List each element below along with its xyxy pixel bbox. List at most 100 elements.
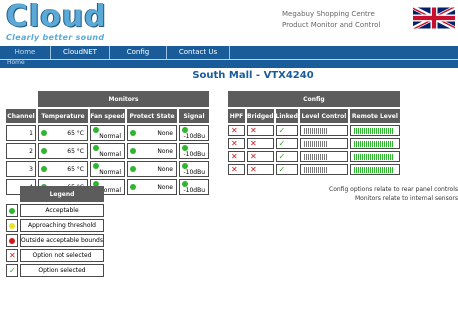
meter-segment: [303, 153, 305, 160]
meter-segment: [359, 153, 361, 160]
meter-segment: [373, 153, 375, 160]
meter-segment: [315, 166, 317, 173]
meter-segment: [355, 127, 357, 134]
site-subtitle: Product Monitor and Control: [282, 21, 381, 29]
breadcrumb-home[interactable]: Home: [7, 59, 25, 66]
meter-segment: [365, 153, 367, 160]
meter-segment: [391, 127, 393, 134]
hpf-cell[interactable]: ✕: [228, 151, 245, 162]
meter-segment: [387, 140, 389, 147]
remote-level-meter: [353, 153, 394, 160]
uk-flag-icon[interactable]: [413, 3, 455, 33]
legend-label: Option not selected: [20, 249, 104, 262]
tab-cloudnet[interactable]: CloudNET: [51, 46, 110, 59]
meter-segment: [305, 127, 307, 134]
meter-segment: [361, 166, 363, 173]
bridged-cell[interactable]: ✕: [247, 125, 274, 136]
remote-level-cell[interactable]: [349, 138, 400, 149]
tab-contact-us[interactable]: Contact Us: [167, 46, 230, 59]
meter-segment: [305, 166, 307, 173]
meter-segment: [377, 153, 379, 160]
level-control-cell[interactable]: [299, 164, 348, 175]
breadcrumb: Home: [0, 59, 458, 68]
temperature-cell: 65 °C: [38, 125, 88, 141]
green-status-icon: [182, 144, 188, 151]
meter-segment: [323, 127, 325, 134]
table-row: 1 65 °C Normal None -10dBu: [6, 125, 209, 141]
level-control-cell[interactable]: [299, 151, 348, 162]
meter-segment: [303, 140, 305, 147]
tick-icon: ✓: [278, 139, 286, 148]
linked-cell[interactable]: ✓: [275, 164, 298, 175]
linked-cell[interactable]: ✓: [275, 125, 298, 136]
meter-segment: [353, 166, 355, 173]
meter-segment: [309, 166, 311, 173]
meter-segment: [303, 166, 305, 173]
meter-segment: [379, 140, 381, 147]
col-temperature: Temperature: [38, 109, 88, 123]
fan-speed-cell-value: Normal: [99, 169, 121, 176]
meter-segment: [367, 166, 369, 173]
meter-segment: [391, 140, 393, 147]
col-fan-speed: Fan speed: [90, 109, 125, 123]
protect-state-cell: None: [127, 143, 177, 159]
bridged-cell[interactable]: ✕: [247, 164, 274, 175]
meter-segment: [387, 166, 389, 173]
level-control-cell[interactable]: [299, 125, 348, 136]
logo-tagline: Clearly better sound: [6, 33, 105, 42]
meter-segment: [323, 166, 325, 173]
hpf-cell[interactable]: ✕: [228, 125, 245, 136]
legend-label: Outside acceptable bounds: [20, 234, 104, 247]
config-table: Config HPF Bridged Linked Level Control …: [226, 89, 402, 177]
cross-icon: ✕: [250, 165, 257, 174]
remote-level-cell[interactable]: [349, 164, 400, 175]
meter-segment: [375, 140, 377, 147]
logo-wordmark: Cloud: [6, 0, 107, 34]
level-control-cell[interactable]: [299, 138, 348, 149]
meter-segment: [361, 140, 363, 147]
bridged-cell[interactable]: ✕: [247, 138, 274, 149]
legend-icon-cell: ✓: [6, 264, 18, 277]
meter-segment: [387, 153, 389, 160]
bridged-cell[interactable]: ✕: [247, 151, 274, 162]
meter-segment: [391, 153, 393, 160]
meter-segment: [391, 166, 393, 173]
linked-cell[interactable]: ✓: [275, 151, 298, 162]
table-row: ✕ ✕ ✓: [228, 138, 400, 149]
meter-segment: [375, 166, 377, 173]
page-title: South Mall - VTX4240: [192, 70, 314, 81]
green-status-icon: [130, 166, 136, 172]
cross-icon: ✕: [250, 139, 257, 148]
signal-cell: -10dBu: [179, 125, 209, 141]
hpf-cell[interactable]: ✕: [228, 164, 245, 175]
meter-segment: [363, 166, 365, 173]
green-status-icon: [93, 162, 99, 169]
signal-cell: -10dBu: [179, 143, 209, 159]
legend-label: Approaching threshold: [20, 219, 104, 232]
table-row: ✕ ✕ ✓: [228, 125, 400, 136]
green-status-icon: [41, 148, 47, 154]
meter-segment: [389, 140, 391, 147]
table-row: 2 65 °C Normal None -10dBu: [6, 143, 209, 159]
cloud-logo: Cloud Clearly better sound: [6, 2, 106, 44]
meter-segment: [383, 153, 385, 160]
linked-cell[interactable]: ✓: [275, 138, 298, 149]
hpf-cell[interactable]: ✕: [228, 138, 245, 149]
channel-number: 1: [29, 129, 33, 137]
channel-cell: 3: [6, 161, 36, 177]
cross-icon: ✕: [250, 126, 257, 135]
tab-config[interactable]: Config: [110, 46, 167, 59]
meter-segment: [381, 127, 383, 134]
remote-level-cell[interactable]: [349, 151, 400, 162]
meter-segment: [361, 153, 363, 160]
green-status-icon: [41, 130, 47, 136]
tab-home[interactable]: Home: [0, 46, 51, 59]
meter-segment: [319, 153, 321, 160]
col-remote-level: Remote Level: [349, 109, 400, 123]
fan-speed-cell-value: Normal: [99, 151, 121, 158]
meter-segment: [389, 153, 391, 160]
meter-segment: [383, 127, 385, 134]
meter-segment: [355, 166, 357, 173]
fan-speed-cell: Normal: [90, 125, 125, 141]
remote-level-cell[interactable]: [349, 125, 400, 136]
